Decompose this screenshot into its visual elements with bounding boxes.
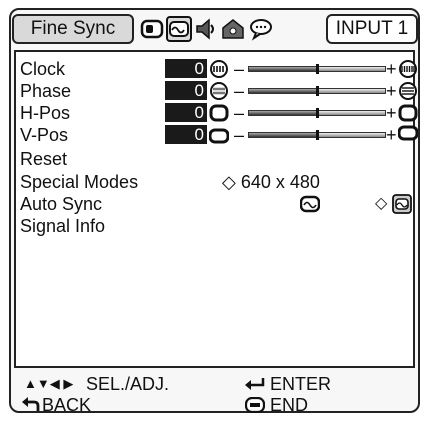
back-icon <box>22 397 40 411</box>
v-pos-minus: – <box>234 125 245 145</box>
clock-value: 0 <box>165 59 207 78</box>
menu-button-icon <box>245 397 265 413</box>
picture-tab-icon[interactable] <box>139 16 165 42</box>
enter-icon <box>245 378 265 390</box>
auto-sync-arrow: ◇ <box>375 195 388 212</box>
back-label: BACK <box>42 395 92 415</box>
nav-arrows-icon: ▲▼◀ ▶ <box>24 376 74 391</box>
phase-row[interactable]: Phase 0 – + <box>20 80 417 102</box>
auto-sync-label: Auto Sync <box>20 194 103 214</box>
h-pos-value: 0 <box>165 103 207 122</box>
h-pos-slider[interactable] <box>248 108 386 118</box>
v-pos-up-icon <box>398 125 418 141</box>
input-indicator: INPUT 1 <box>326 14 418 44</box>
h-pos-label: H-Pos <box>20 103 71 123</box>
phase-slider[interactable] <box>248 86 386 96</box>
special-modes-value: ◇ 640 x 480 <box>222 171 320 193</box>
h-pos-right-icon <box>398 104 418 122</box>
auto-sync-submenu-icon[interactable] <box>392 194 412 214</box>
auto-sync-row[interactable]: Auto Sync ◇ <box>20 193 415 215</box>
v-pos-slider-marker <box>316 130 319 140</box>
clock-high-icon <box>399 60 417 78</box>
fine-sync-panel: Clock 0 – + Phase 0 – + H-Pos 0 – + V-Po… <box>14 50 418 368</box>
special-modes-row[interactable]: Special Modes ◇ 640 x 480 <box>20 171 415 193</box>
clock-row[interactable]: Clock 0 – + <box>20 58 417 80</box>
menu-footer: ▲▼◀ ▶ SEL./ADJ. ENTER BACK END <box>18 374 418 415</box>
phase-low-icon <box>210 82 228 100</box>
clock-plus: + <box>386 59 397 79</box>
v-pos-slider-fill <box>249 133 317 137</box>
sel-adj-label: SEL./ADJ. <box>86 374 170 394</box>
h-pos-row[interactable]: H-Pos 0 – + <box>20 102 418 124</box>
clock-label: Clock <box>20 59 66 79</box>
v-pos-label: V-Pos <box>20 125 69 145</box>
v-pos-slider[interactable] <box>248 130 386 140</box>
special-modes-label: Special Modes <box>20 172 139 192</box>
fine-sync-tab[interactable]: Fine Sync <box>12 14 134 44</box>
phase-value: 0 <box>165 81 207 100</box>
h-pos-slider-fill <box>249 111 317 115</box>
h-pos-left-icon <box>209 104 229 122</box>
phase-label: Phase <box>20 81 72 101</box>
reset-label: Reset <box>20 149 68 169</box>
h-pos-plus: + <box>386 103 397 123</box>
clock-slider-fill <box>249 67 317 71</box>
h-pos-minus: – <box>234 103 245 123</box>
clock-low-icon <box>210 60 228 78</box>
language-tab-icon[interactable] <box>248 16 274 42</box>
signal-info-label: Signal Info <box>20 216 106 236</box>
auto-sync-icon <box>300 195 320 213</box>
clock-slider-marker <box>316 64 319 74</box>
menu-topbar: Fine Sync INPUT 1 <box>12 14 418 48</box>
special-modes-arrow: ◇ <box>222 172 236 192</box>
fine-sync-tab-icon[interactable] <box>166 16 192 42</box>
phase-high-icon <box>399 82 417 100</box>
phase-plus: + <box>386 81 397 101</box>
v-pos-value: 0 <box>165 125 207 144</box>
phase-slider-fill <box>249 89 317 93</box>
audio-tab-icon[interactable] <box>194 16 220 42</box>
end-label: END <box>270 395 309 415</box>
options-tab-icon[interactable] <box>220 16 246 42</box>
h-pos-slider-marker <box>316 108 319 118</box>
reset-row[interactable]: Reset <box>20 148 415 170</box>
v-pos-plus: + <box>386 125 397 145</box>
enter-label: ENTER <box>270 374 332 394</box>
phase-minus: – <box>234 81 245 101</box>
signal-info-row[interactable]: Signal Info <box>20 215 415 237</box>
v-pos-row[interactable]: V-Pos 0 – + <box>20 124 418 146</box>
special-modes-resolution: 640 x 480 <box>240 172 320 192</box>
clock-minus: – <box>234 59 245 79</box>
v-pos-down-icon <box>209 128 229 144</box>
clock-slider[interactable] <box>248 64 386 74</box>
phase-slider-marker <box>316 86 319 96</box>
